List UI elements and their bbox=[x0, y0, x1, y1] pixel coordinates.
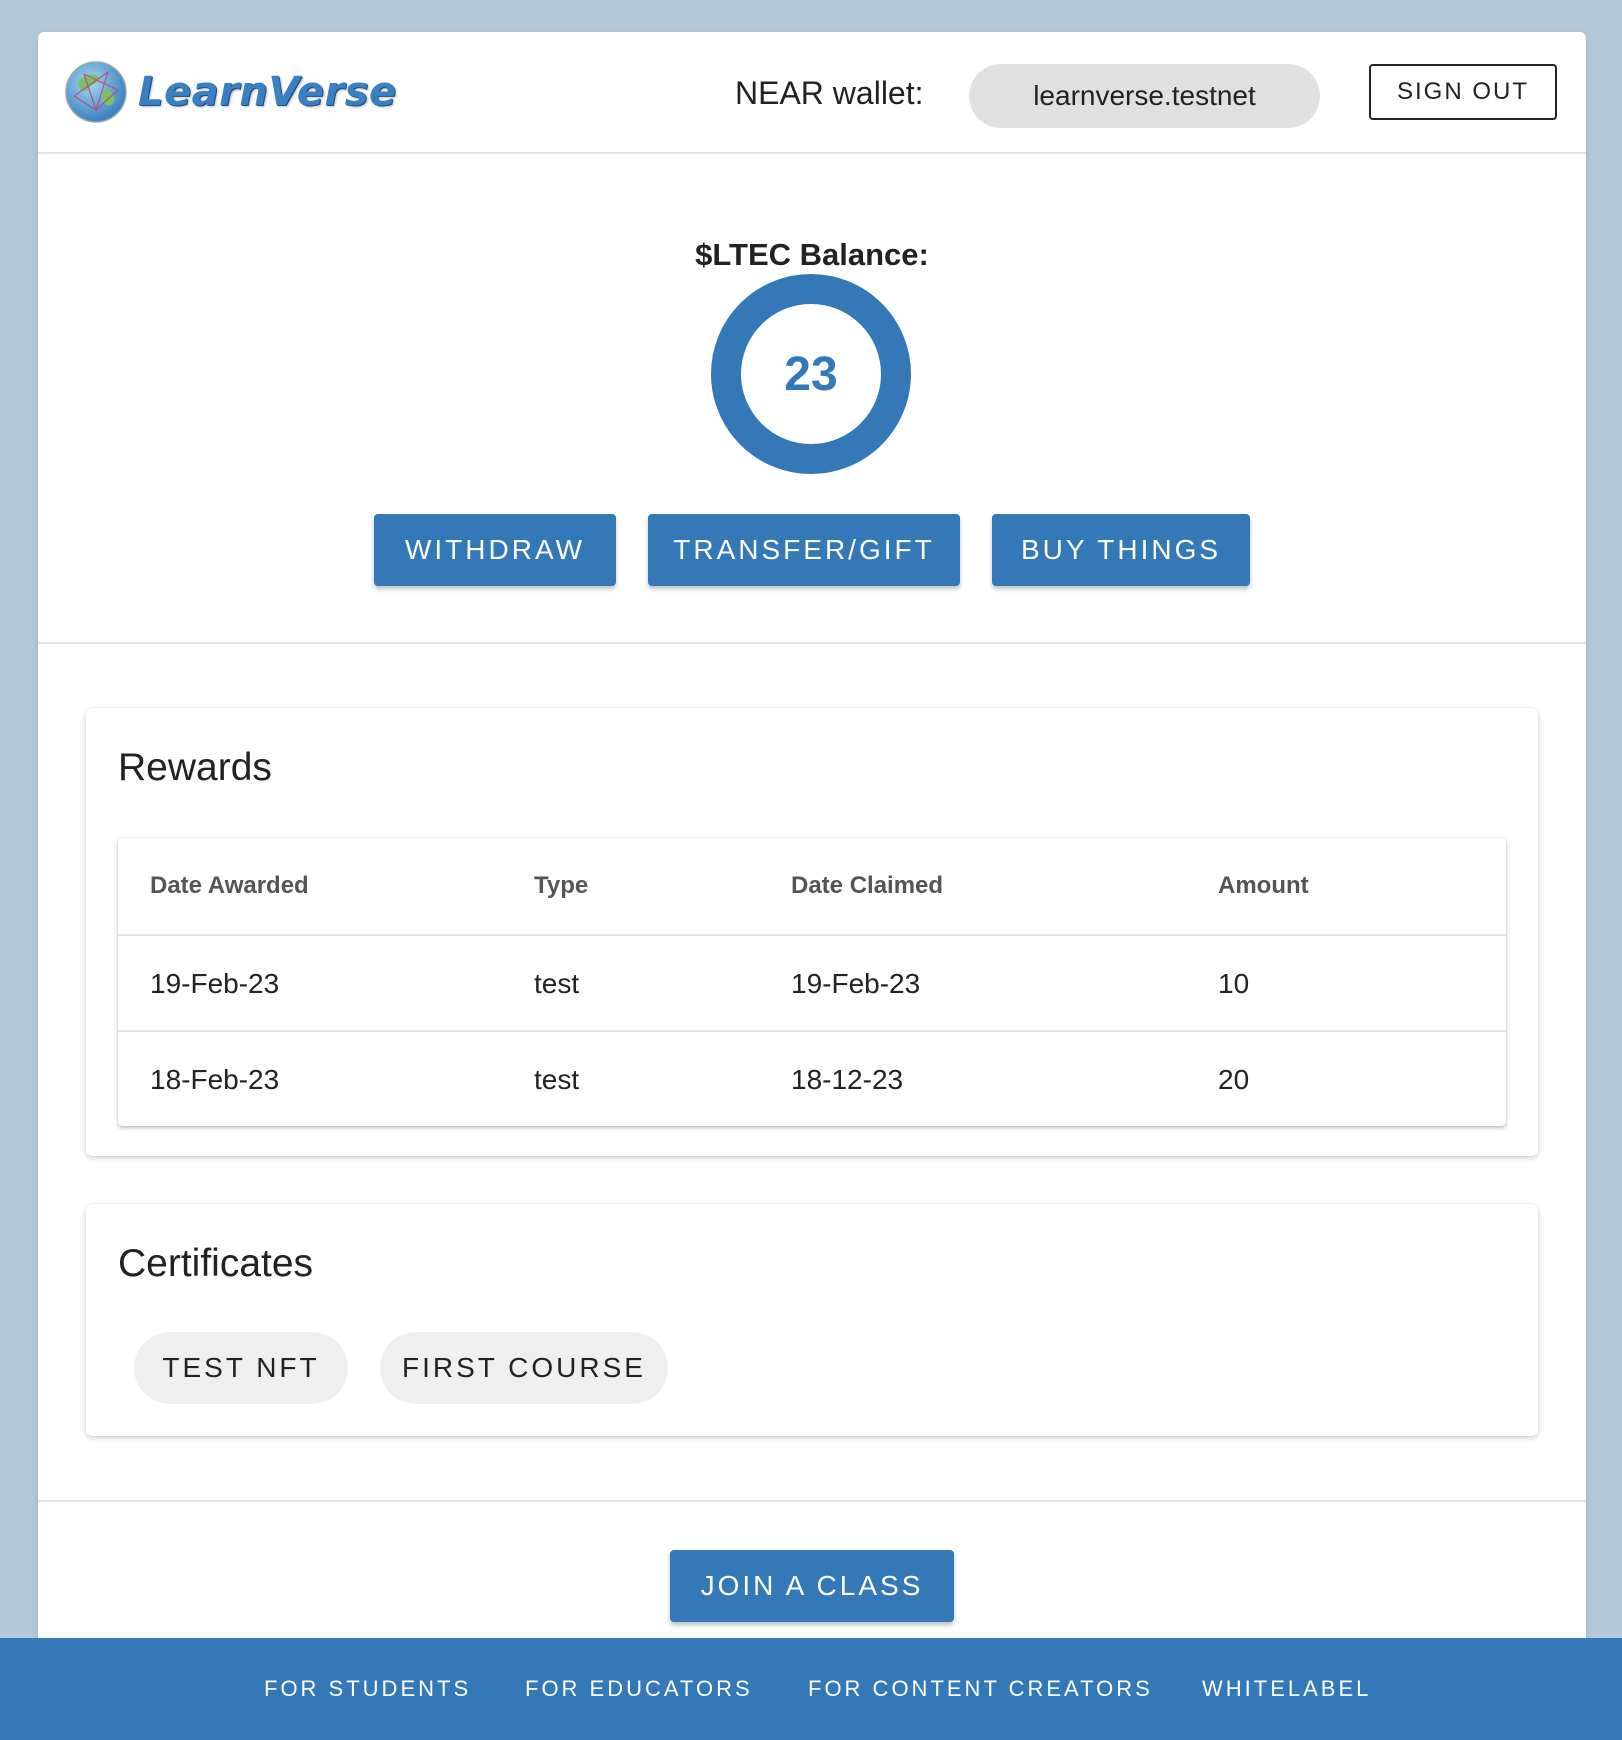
amount-cell: 20 bbox=[1218, 1064, 1250, 1095]
buy-things-button[interactable]: BUY THINGS bbox=[992, 514, 1250, 586]
date-awarded-cell: 18-Feb-23 bbox=[150, 1064, 280, 1095]
table-row: 19-Feb-23 test 19-Feb-23 10 bbox=[118, 934, 1506, 1032]
transfer-gift-button[interactable]: TRANSFER/GIFT bbox=[648, 514, 960, 586]
balance-value: 23 bbox=[784, 347, 838, 401]
footer-link-students[interactable]: FOR STUDENTS bbox=[264, 1638, 471, 1740]
dashboard-page: LearnVerse NEAR wallet: learnverse.testn… bbox=[38, 32, 1586, 1644]
rewards-card: Rewards Date Awarded Type Date Claimed A… bbox=[86, 708, 1538, 1156]
footer-nav: FOR STUDENTS FOR EDUCATORS FOR CONTENT C… bbox=[0, 1638, 1622, 1740]
date-claimed-cell: 19-Feb-23 bbox=[791, 968, 921, 999]
rewards-table: Date Awarded Type Date Claimed Amount 19… bbox=[118, 838, 1506, 1126]
column-header-type[interactable]: Type bbox=[534, 838, 588, 934]
type-cell: test bbox=[534, 1064, 580, 1095]
app-header: LearnVerse NEAR wallet: learnverse.testn… bbox=[38, 32, 1586, 154]
footer-link-whitelabel[interactable]: WHITELABEL bbox=[1202, 1638, 1371, 1740]
wallet-label: NEAR wallet: bbox=[735, 75, 924, 111]
rewards-title: Rewards bbox=[118, 746, 272, 789]
column-header-date-awarded[interactable]: Date Awarded bbox=[150, 838, 309, 934]
certificate-chip-test-nft[interactable]: TEST NFT bbox=[134, 1332, 348, 1404]
table-row: 18-Feb-23 test 18-12-23 20 bbox=[118, 1030, 1506, 1128]
withdraw-button[interactable]: WITHDRAW bbox=[374, 514, 616, 586]
column-header-date-claimed[interactable]: Date Claimed bbox=[791, 838, 943, 934]
table-header-row: Date Awarded Type Date Claimed Amount bbox=[118, 838, 1506, 934]
balance-title: $LTEC Balance: bbox=[695, 237, 929, 272]
section-divider bbox=[38, 642, 1586, 644]
date-claimed-cell: 18-12-23 bbox=[791, 1064, 904, 1095]
join-class-button[interactable]: JOIN A CLASS bbox=[670, 1550, 954, 1622]
certificate-chip-first-course[interactable]: FIRST COURSE bbox=[380, 1332, 668, 1404]
certificates-title: Certificates bbox=[118, 1242, 314, 1285]
logo[interactable]: LearnVerse bbox=[64, 60, 397, 124]
amount-cell: 10 bbox=[1218, 968, 1250, 999]
brand-name: LearnVerse bbox=[138, 69, 397, 115]
footer-link-content-creators[interactable]: FOR CONTENT CREATORS bbox=[808, 1638, 1153, 1740]
type-cell: test bbox=[534, 968, 580, 999]
certificates-card: Certificates TEST NFT FIRST COURSE bbox=[86, 1204, 1538, 1436]
date-awarded-cell: 19-Feb-23 bbox=[150, 968, 280, 999]
section-divider bbox=[38, 1500, 1586, 1502]
wallet-address: learnverse.testnet bbox=[969, 64, 1320, 128]
column-header-amount[interactable]: Amount bbox=[1218, 838, 1309, 934]
globe-logo-icon bbox=[65, 61, 127, 123]
sign-out-button[interactable]: SIGN OUT bbox=[1369, 64, 1557, 120]
footer-link-educators[interactable]: FOR EDUCATORS bbox=[525, 1638, 753, 1740]
